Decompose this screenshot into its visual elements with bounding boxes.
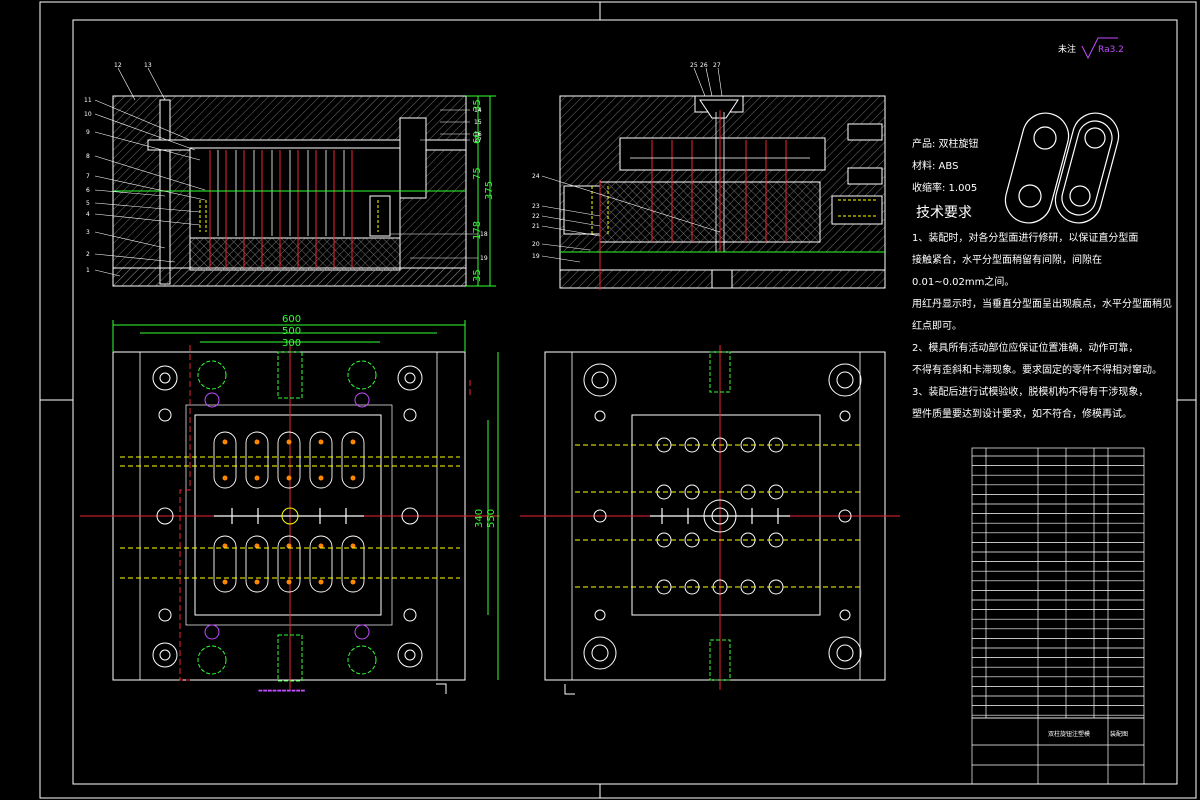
svg-text:19: 19 (532, 253, 540, 260)
svg-text:9: 9 (86, 129, 90, 136)
tech-line: 接触紧合，水平分型面稍留有间隙，间隙在 (912, 255, 1102, 266)
svg-text:3: 3 (86, 229, 90, 236)
roughness-label: 未注 (1058, 45, 1077, 55)
dim-total: 375 (484, 181, 495, 200)
dim-seg3: 75 (472, 167, 483, 180)
svg-text:22: 22 (532, 213, 540, 220)
shrinkage-label: 收缩率: 1.005 (912, 183, 978, 194)
svg-text:2: 2 (86, 251, 90, 258)
dim-300: 300 (282, 338, 301, 349)
title-part-label: 装配图 (1110, 730, 1128, 738)
svg-text:1: 1 (86, 267, 90, 274)
svg-text:10: 10 (84, 111, 92, 118)
svg-text:8: 8 (86, 153, 90, 160)
tech-line: 用红丹显示时，当垂直分型面呈出现痕点，水平分型面稍见 (912, 299, 1172, 310)
dim-500: 500 (282, 326, 301, 337)
tech-requirements-title: 技术要求 (916, 205, 972, 221)
svg-text:7: 7 (86, 173, 90, 180)
svg-text:20: 20 (532, 241, 540, 248)
plan-view-left: 600 500 300 340 550 ▬▬▬▬▬▬▬▬▬▬ (80, 314, 500, 694)
dim-600: 600 (282, 314, 301, 325)
svg-text:26: 26 (700, 62, 708, 69)
material-label: 材料: ABS (912, 161, 959, 172)
title-drawing-name: 双柱旋钮注塑模 (1048, 730, 1090, 738)
svg-text:14: 14 (474, 107, 482, 114)
dim-550: 550 (486, 509, 497, 528)
technical-notes: 产品: 双柱旋钮 材料: ABS 收缩率: 1.005 技术要求 1、装配时，对… (912, 139, 1172, 432)
svg-text:6: 6 (86, 187, 90, 194)
svg-text:13: 13 (144, 62, 152, 69)
svg-text:4: 4 (86, 211, 90, 218)
roughness-note: 未注 Ra3.2 (1058, 42, 1124, 55)
roughness-value: Ra3.2 (1098, 45, 1124, 55)
tech-line: 塑件质量要达到设计要求，如不符合，修模再试。 (912, 409, 1132, 420)
tech-line: 不得有歪斜和卡滞现象。要求固定的零件不得相对窜动。 (912, 365, 1162, 376)
svg-text:11: 11 (84, 97, 92, 104)
svg-text:27: 27 (713, 62, 721, 69)
dim-340: 340 (474, 509, 485, 528)
svg-text:19: 19 (480, 255, 488, 262)
tech-line: 0.01~0.02mm之间。 (912, 277, 1015, 288)
section-view-right: 24 23 22 21 20 19 25 26 27 (532, 62, 886, 290)
svg-text:24: 24 (532, 173, 540, 180)
svg-text:23: 23 (532, 203, 540, 210)
svg-text:18: 18 (480, 231, 488, 238)
dim-seg5: 35 (472, 269, 483, 282)
svg-text:21: 21 (532, 223, 540, 230)
svg-text:5: 5 (86, 200, 90, 207)
svg-text:12: 12 (114, 62, 122, 69)
tech-line: 2、模具所有活动部位应保证位置准确，动作可靠， (912, 343, 1139, 354)
svg-text:17: 17 (474, 137, 482, 144)
svg-text:25: 25 (690, 62, 698, 69)
plan-view-right (520, 345, 900, 695)
tech-line: 1、装配时，对各分型面进行修研，以保证直分型面 (912, 233, 1139, 244)
product-label: 产品: 双柱旋钮 (912, 139, 979, 150)
section-view-left: 35 60 75 375 178 35 11109 876 543 21 12 … (84, 62, 496, 287)
tech-line: 3、装配后进行试模验收，脱模机构不得有干涉现象， (912, 387, 1149, 398)
tech-line: 红点即可。 (912, 321, 962, 332)
svg-text:15: 15 (474, 119, 482, 126)
svg-text:▬▬▬▬▬▬▬▬▬▬: ▬▬▬▬▬▬▬▬▬▬ (258, 688, 306, 694)
